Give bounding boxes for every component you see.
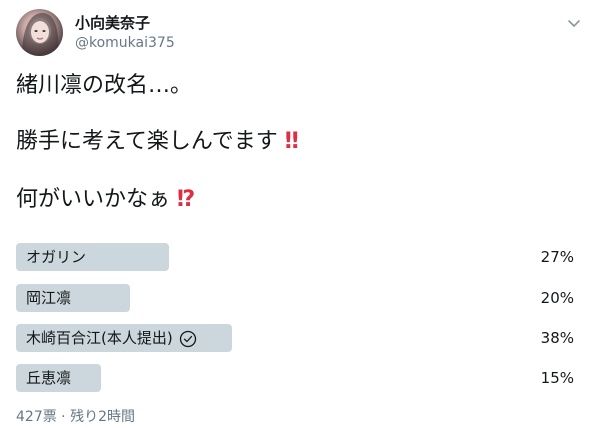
poll-option-percent: 20% bbox=[540, 289, 574, 307]
exclamation-question-icon: ⁉ bbox=[177, 187, 196, 212]
tweet-text-line-3: 何がいいかなぁ ⁉ bbox=[16, 186, 195, 214]
poll-option-percent: 27% bbox=[540, 248, 574, 266]
poll-option-percent: 15% bbox=[540, 369, 574, 387]
poll-option-2[interactable]: 岡江凛 20% bbox=[16, 284, 574, 312]
tweet-text-3: 何がいいかなぁ bbox=[16, 187, 171, 212]
poll-option-label: 丘恵凛 bbox=[26, 369, 72, 387]
tweet-card: 小向美奈子 @komukai375 緒川凛の改名…。 勝手に考えて楽しんでます … bbox=[0, 0, 598, 428]
poll-option-label: 岡江凛 bbox=[26, 289, 72, 307]
poll-meta: 427票 · 残り2時間 bbox=[16, 409, 135, 425]
tweet-text-1: 緒川凛の改名…。 bbox=[16, 73, 193, 98]
poll-option-label: 木崎百合江(本人提出) bbox=[26, 324, 197, 352]
poll-option-1[interactable]: オガリン 27% bbox=[16, 243, 574, 271]
poll-option-percent: 38% bbox=[540, 329, 574, 347]
tweet-text-line-2: 勝手に考えて楽しんでます ‼ bbox=[16, 128, 299, 156]
poll-option-4[interactable]: 丘恵凛 15% bbox=[16, 364, 574, 392]
double-exclamation-icon: ‼ bbox=[284, 129, 299, 154]
tweet-text-2: 勝手に考えて楽しんでます bbox=[16, 129, 278, 154]
check-circle-icon bbox=[179, 329, 197, 348]
display-name[interactable]: 小向美奈子 bbox=[75, 12, 150, 33]
avatar[interactable] bbox=[16, 9, 63, 56]
poll-option-3[interactable]: 木崎百合江(本人提出) 38% bbox=[16, 324, 574, 352]
user-handle[interactable]: @komukai375 bbox=[75, 35, 175, 51]
tweet-text-line-1: 緒川凛の改名…。 bbox=[16, 72, 192, 100]
chevron-down-icon[interactable] bbox=[564, 13, 584, 33]
poll-option-label: オガリン bbox=[26, 248, 87, 266]
